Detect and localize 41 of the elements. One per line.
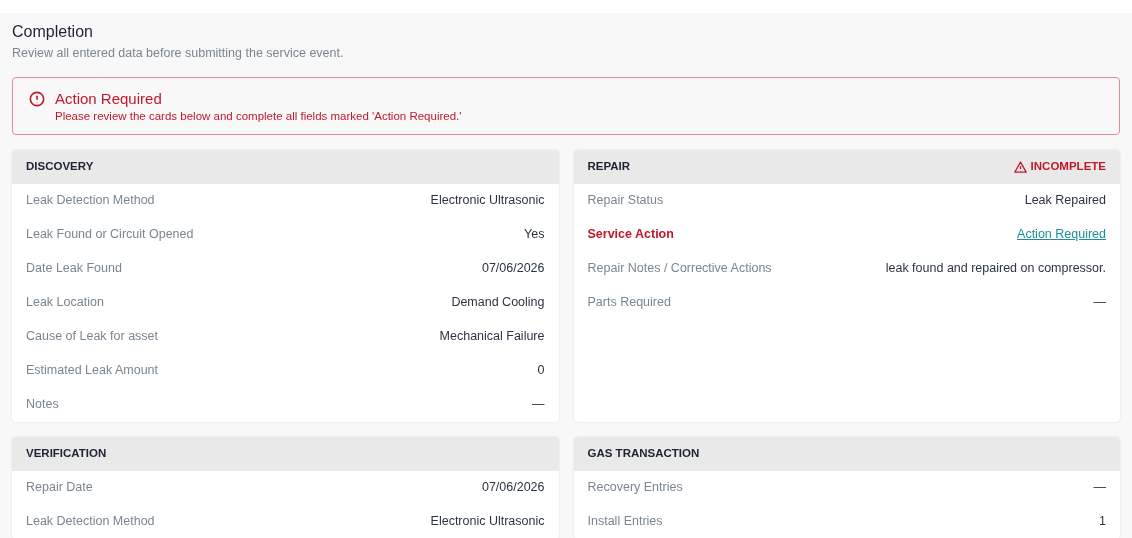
field-value: leak found and repaired on compressor.: [885, 260, 1106, 278]
page-subtitle: Review all entered data before submitting the service event.: [12, 45, 345, 62]
field-label: Estimated Leak Amount: [26, 362, 159, 380]
field-label: Repair Status: [587, 192, 664, 210]
field-label: Leak Detection Method: [26, 192, 155, 210]
alert-message: Please review the cards below and complete all fields marked 'Action Required.': [55, 108, 462, 124]
field-label: Repair Notes / Corrective Actions: [587, 260, 772, 278]
field-label: Date Leak Found: [26, 260, 122, 278]
field-label: Leak Found or Circuit Opened: [26, 226, 194, 244]
field-value: Leak Repaired: [1024, 192, 1106, 210]
field-label: Leak Detection Method: [26, 513, 155, 531]
field-value: 0: [537, 362, 545, 380]
alert-icon: [29, 90, 45, 107]
status-label: INCOMPLETE: [1013, 158, 1106, 176]
field-label: Recovery Entries: [587, 479, 683, 497]
field-label: Install Entries: [587, 513, 663, 531]
card-title: REPAIR: [587, 159, 631, 175]
card-title: VERIFICATION: [26, 446, 107, 462]
field-value: —: [1093, 294, 1106, 312]
page-title: Completion: [12, 22, 94, 42]
card-title: DISCOVERY: [26, 159, 94, 175]
field-label: Notes: [26, 396, 59, 414]
card-title: GAS TRANSACTION: [587, 446, 700, 462]
field-value: 07/06/2026: [481, 479, 545, 497]
alert-title: Action Required: [55, 89, 163, 108]
field-value: 1: [1099, 513, 1106, 531]
field-value: —: [1093, 479, 1106, 497]
field-value: Electronic Ultrasonic: [430, 192, 545, 210]
field-value: 07/06/2026: [481, 260, 545, 278]
field-value: Yes: [524, 226, 545, 244]
field-value: Electronic Ultrasonic: [430, 513, 545, 531]
field-label: Leak Location: [26, 294, 104, 312]
field-label: Cause of Leak for asset: [26, 328, 159, 346]
action-link[interactable]: Action Required: [1017, 225, 1106, 245]
field-value: Mechanical Failure: [439, 328, 545, 346]
field-label: Parts Required: [587, 294, 671, 312]
field-value: —: [532, 396, 545, 414]
field-label: Repair Date: [26, 479, 93, 497]
field-label: Service Action: [587, 226, 674, 244]
field-value: Demand Cooling: [451, 294, 545, 312]
warning-icon: [1013, 160, 1027, 173]
